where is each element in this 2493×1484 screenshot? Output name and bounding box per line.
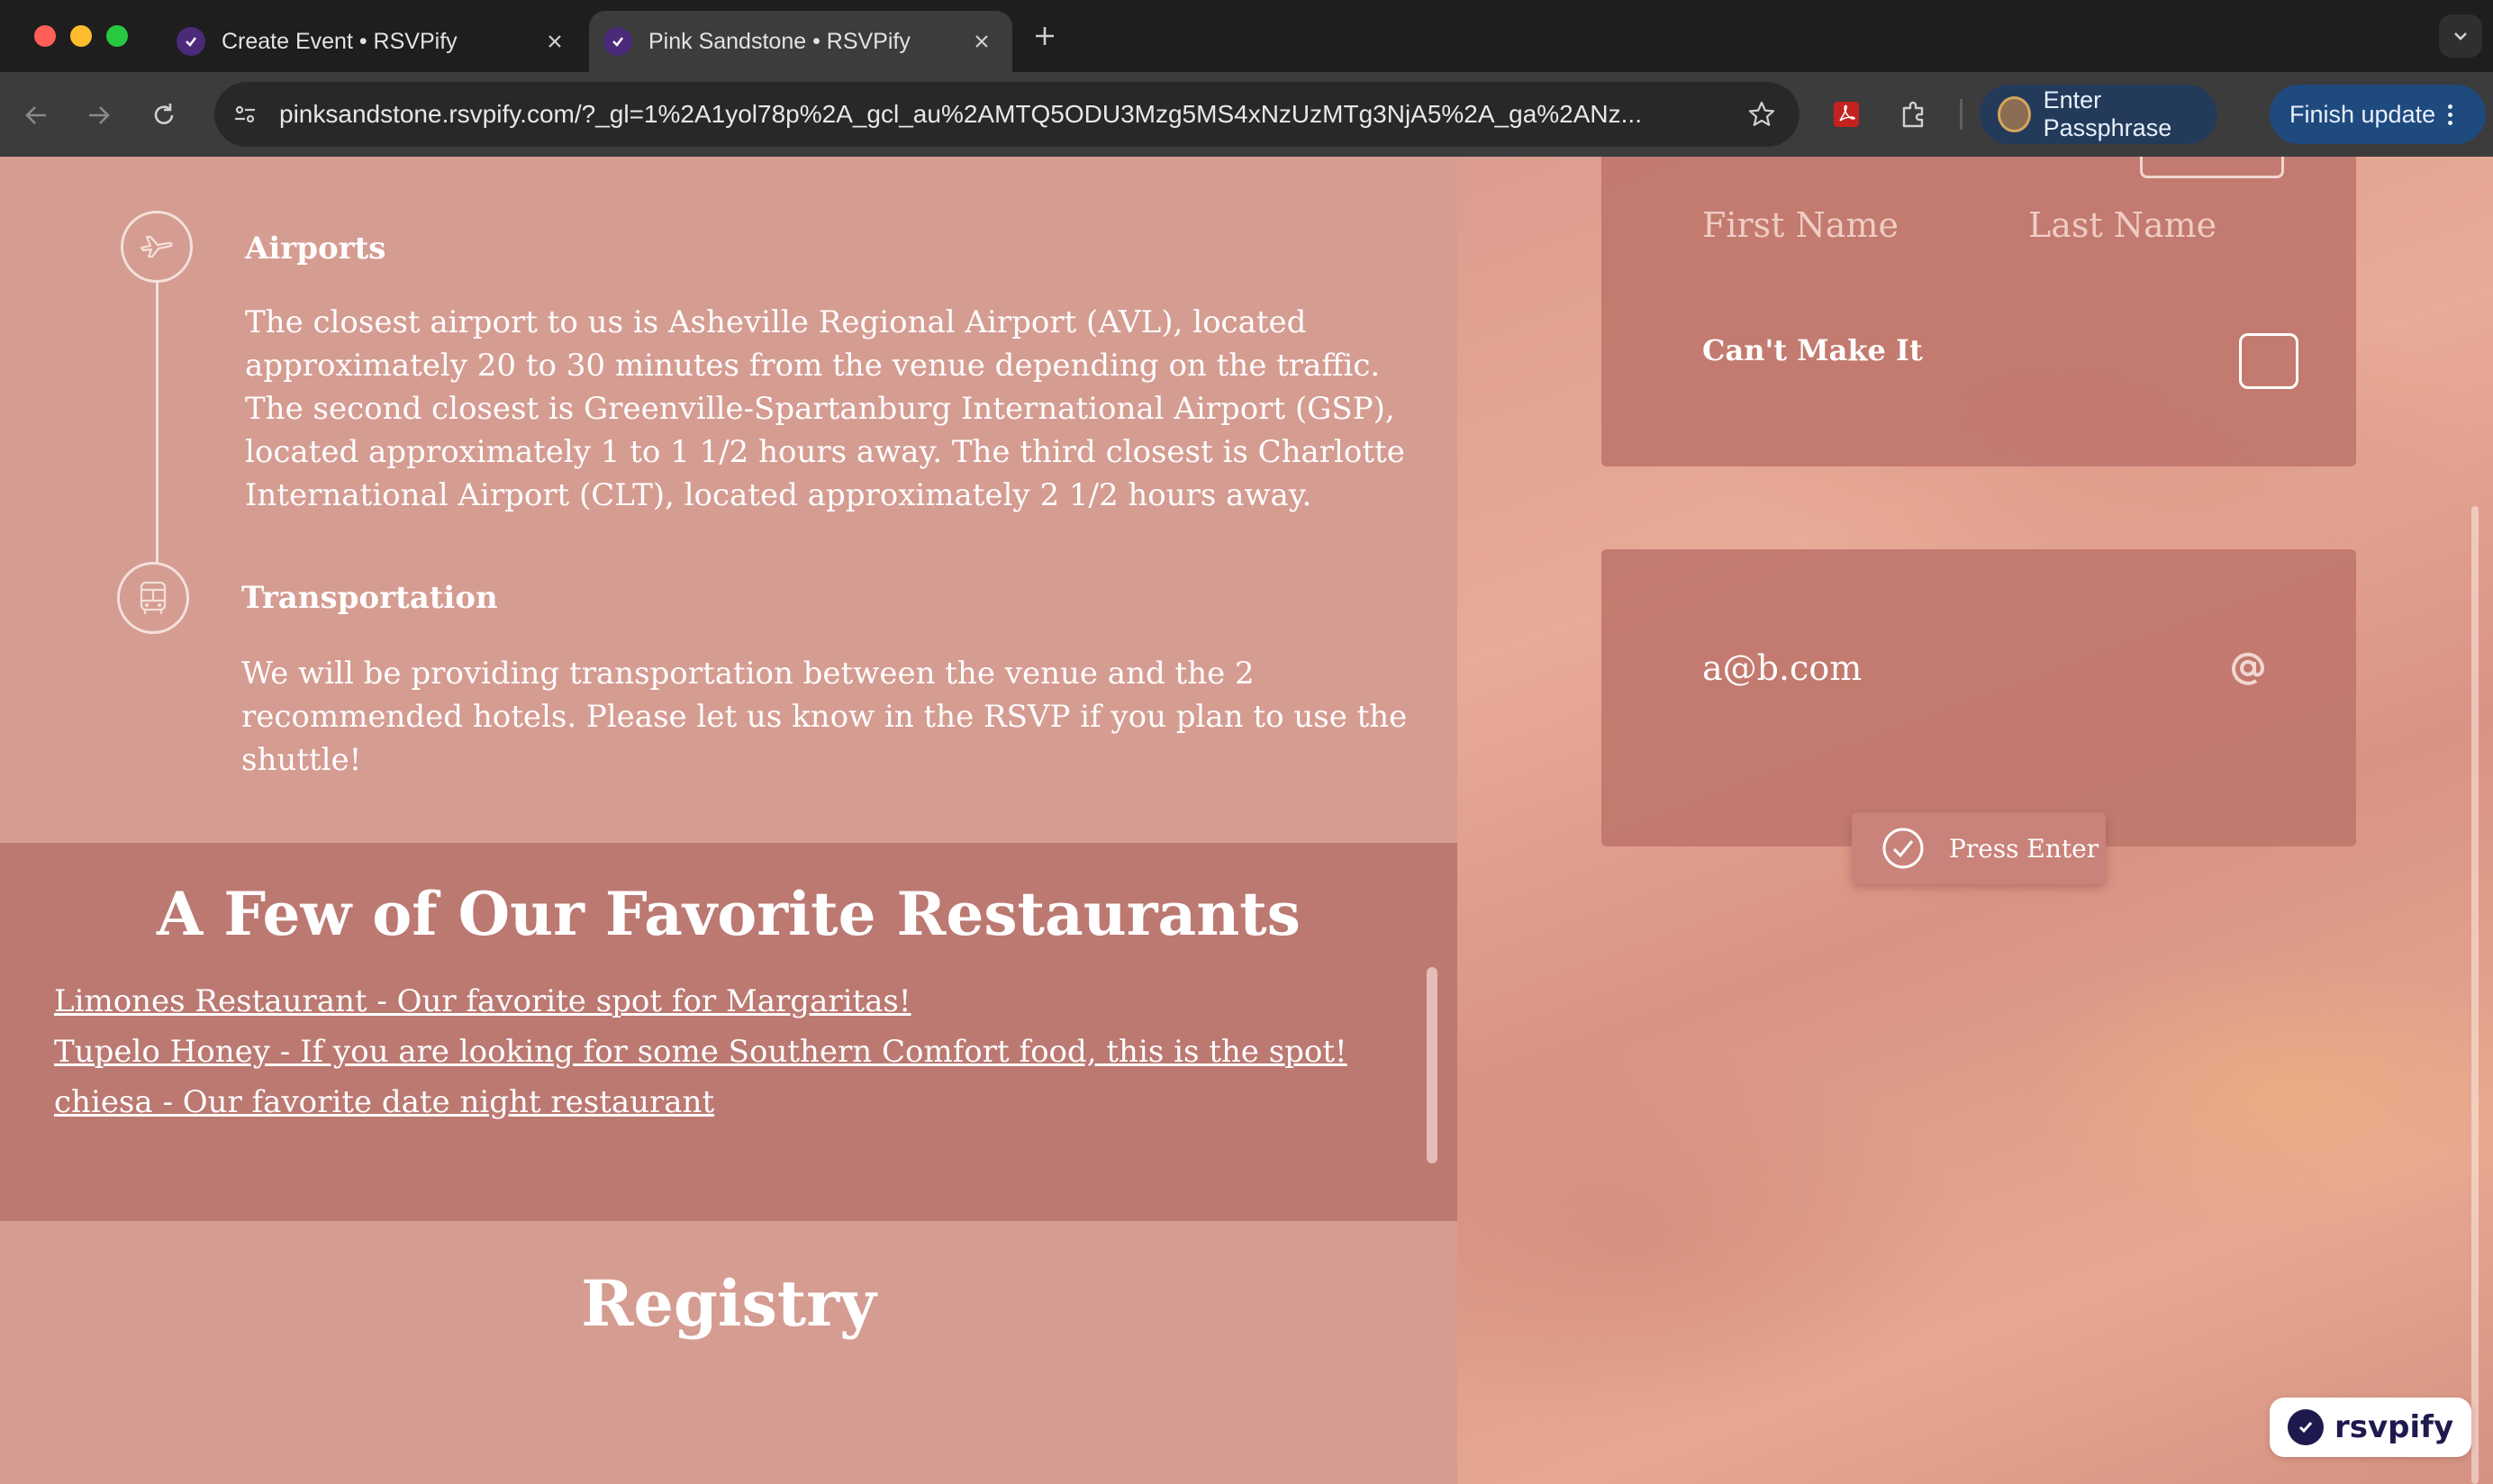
back-arrow-icon[interactable] xyxy=(13,92,59,139)
card-tab-outline xyxy=(2140,157,2284,178)
page-viewport: Airports The closest airport to us is As… xyxy=(0,157,2493,1484)
site-info-tune-icon[interactable] xyxy=(227,96,263,132)
rsvpify-badge-text: rsvpify xyxy=(2334,1409,2454,1445)
at-sign-icon xyxy=(2223,643,2273,693)
cant-make-it-label: Can't Make It xyxy=(1702,333,1923,367)
restaurant-link-chiesa[interactable]: chiesa - Our favorite date night restaur… xyxy=(54,1077,1347,1127)
tab-search-chevron-down-icon[interactable] xyxy=(2439,14,2482,58)
address-bar[interactable]: pinksandstone.rsvpify.com/?_gl=1%2A1yol7… xyxy=(214,82,1799,147)
close-icon[interactable] xyxy=(539,25,571,58)
reload-icon[interactable] xyxy=(141,92,187,139)
press-enter-label: Press Enter xyxy=(1949,833,2099,864)
more-menu-icon xyxy=(2448,104,2453,125)
window-close-button[interactable] xyxy=(34,25,56,47)
registry-title: Registry xyxy=(581,1266,876,1341)
check-circle-icon xyxy=(1881,826,1926,871)
enter-passphrase-label: Enter Passphrase xyxy=(2043,86,2172,141)
restaurant-link-limones[interactable]: Limones Restaurant - Our favorite spot f… xyxy=(54,976,1347,1027)
rsvpify-favicon-icon xyxy=(603,27,632,56)
bus-icon xyxy=(117,562,189,634)
restaurants-title: A Few of Our Favorite Restaurants xyxy=(157,879,1301,949)
restaurant-link-tupelo-honey[interactable]: Tupelo Honey - If you are looking for so… xyxy=(54,1027,1347,1077)
finish-update-label: Finish update xyxy=(2289,100,2436,128)
press-enter-button[interactable]: Press Enter xyxy=(1852,812,2106,884)
tab-title: Create Event • RSVPify xyxy=(222,28,458,54)
transportation-description: We will be providing transportation betw… xyxy=(241,656,1408,778)
email-card xyxy=(1601,549,2356,846)
tab-title: Pink Sandstone • RSVPify xyxy=(648,28,911,54)
window-minimize-button[interactable] xyxy=(70,25,92,47)
airplane-icon xyxy=(121,211,193,283)
first-name-field[interactable]: First Name xyxy=(1702,205,1899,245)
rsvpify-favicon-icon xyxy=(177,27,205,56)
finish-update-button[interactable]: Finish update xyxy=(2270,85,2486,144)
rsvpify-badge[interactable]: rsvpify xyxy=(2270,1398,2471,1457)
url-text: pinksandstone.rsvpify.com/?_gl=1%2A1yol7… xyxy=(279,100,1642,128)
section-scrollbar[interactable] xyxy=(1427,967,1437,1163)
profile-avatar xyxy=(1998,96,2031,132)
page-scrollbar[interactable] xyxy=(2471,506,2479,1484)
timeline-connector xyxy=(156,268,159,602)
restaurants-section: A Few of Our Favorite Restaurants Limone… xyxy=(0,843,1457,1221)
guest-name-card xyxy=(1601,157,2356,466)
airports-heading: Airports xyxy=(245,231,386,267)
last-name-field[interactable]: Last Name xyxy=(2028,205,2217,245)
window-maximize-button[interactable] xyxy=(106,25,128,47)
email-field[interactable]: a@b.com xyxy=(1702,648,1862,688)
airports-description: The closest airport to us is Asheville R… xyxy=(245,304,1405,513)
enter-passphrase-button[interactable]: Enter Passphrase xyxy=(1980,85,2217,144)
toolbar-divider xyxy=(1960,99,1963,130)
tab-pink-sandstone[interactable]: Pink Sandstone • RSVPify xyxy=(589,11,1012,72)
forward-arrow-icon[interactable] xyxy=(76,92,122,139)
transportation-heading: Transportation xyxy=(241,580,498,616)
rsvpify-logo-icon xyxy=(2288,1409,2324,1445)
browser-toolbar: pinksandstone.rsvpify.com/?_gl=1%2A1yol7… xyxy=(0,72,2493,157)
close-icon[interactable] xyxy=(965,25,998,58)
cant-make-it-checkbox[interactable] xyxy=(2239,333,2298,389)
extensions-puzzle-icon[interactable] xyxy=(1893,94,1935,135)
restaurant-links-list: Limones Restaurant - Our favorite spot f… xyxy=(54,976,1347,1127)
content-panel: Airports The closest airport to us is As… xyxy=(0,157,1457,1484)
browser-tab-bar: Create Event • RSVPify Pink Sandstone • … xyxy=(0,0,2493,72)
bookmark-star-icon[interactable] xyxy=(1740,93,1783,136)
pdf-extension-icon[interactable] xyxy=(1828,96,1864,132)
tab-create-event[interactable]: Create Event • RSVPify xyxy=(162,11,585,72)
new-tab-plus-icon[interactable] xyxy=(1027,18,1063,54)
